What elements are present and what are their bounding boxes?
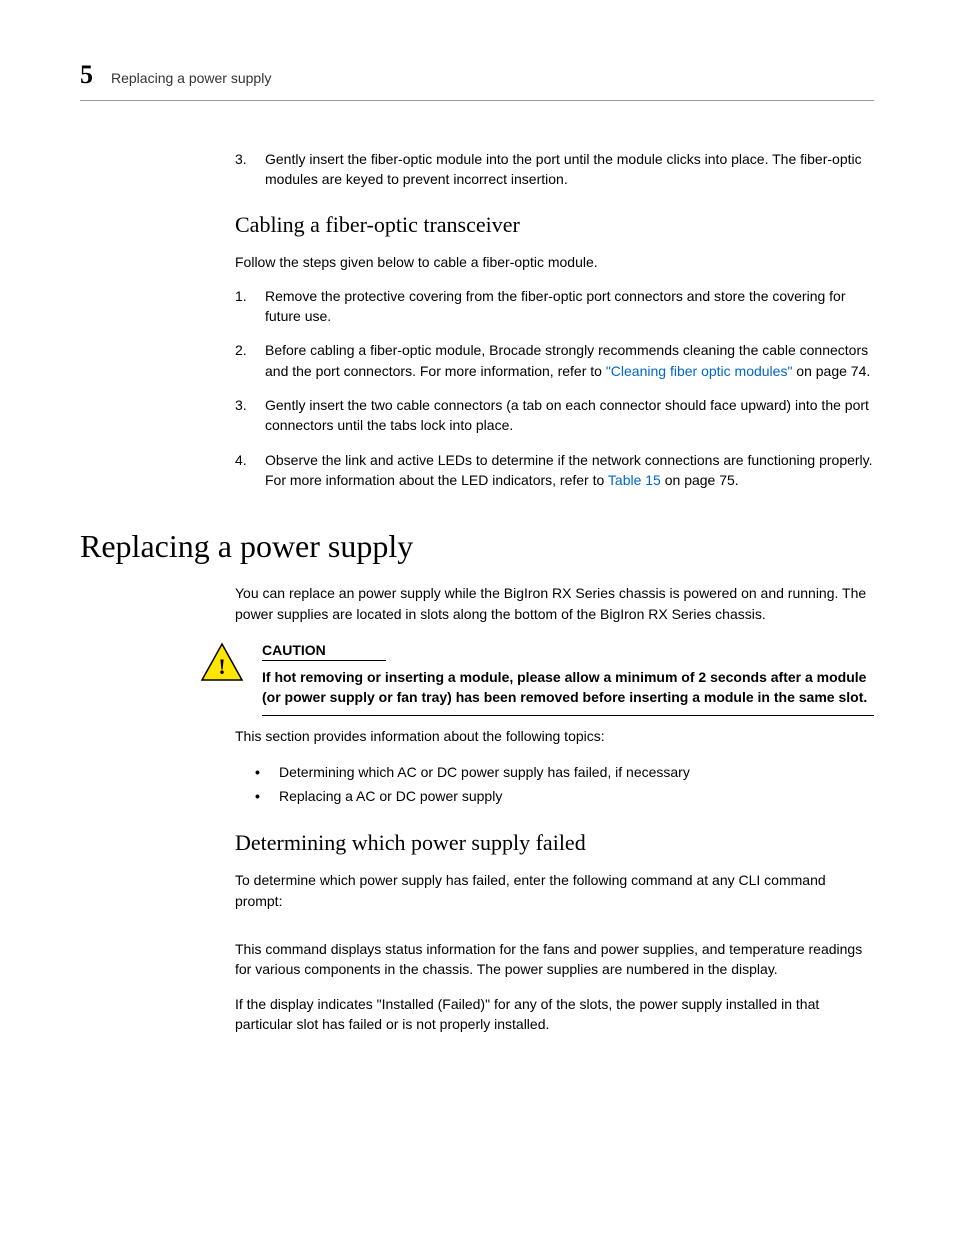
caution-icon: ! [200,642,244,682]
list-text: Gently insert the fiber-optic module int… [265,149,874,190]
bullet-icon: • [255,761,265,785]
chapter-number: 5 [80,60,93,90]
page-header: 5 Replacing a power supply [80,60,874,101]
caution-text: If hot removing or inserting a module, p… [262,667,874,717]
cross-reference-link[interactable]: Table 15 [608,472,661,488]
list-item: • Determining which AC or DC power suppl… [255,761,874,785]
paragraph: You can replace an power supply while th… [235,583,874,624]
section-heading-determining: Determining which power supply failed [235,830,874,856]
list-number: 3. [235,149,253,190]
section-heading-cabling: Cabling a fiber-optic transceiver [235,212,874,238]
section-heading-replacing: Replacing a power supply [80,528,874,565]
list-number: 4. [235,450,253,491]
list-item: 4. Observe the link and active LEDs to d… [235,450,874,491]
list-item: 1. Remove the protective covering from t… [235,286,874,327]
list-text: Before cabling a fiber-optic module, Bro… [265,340,874,381]
caution-label: CAUTION [262,642,386,661]
paragraph: This section provides information about … [235,726,874,746]
list-text: Gently insert the two cable connectors (… [265,395,874,436]
caution-block: ! CAUTION If hot removing or inserting a… [80,642,874,717]
bullet-list: • Determining which AC or DC power suppl… [255,761,874,809]
paragraph: If the display indicates "Installed (Fai… [235,994,874,1035]
paragraph: To determine which power supply has fail… [235,870,874,911]
list-item: 3. Gently insert the fiber-optic module … [235,149,874,190]
list-item: • Replacing a AC or DC power supply [255,785,874,809]
list-text: Observe the link and active LEDs to dete… [265,450,874,491]
list-text: Remove the protective covering from the … [265,286,874,327]
paragraph: This command displays status information… [235,939,874,980]
list-number: 1. [235,286,253,327]
list-text: Replacing a AC or DC power supply [279,785,502,809]
page-header-title: Replacing a power supply [111,70,271,86]
svg-text:!: ! [218,654,225,679]
bullet-icon: • [255,785,265,809]
cross-reference-link[interactable]: "Cleaning fiber optic modules" [606,363,793,379]
list-number: 3. [235,395,253,436]
list-item: 3. Gently insert the two cable connector… [235,395,874,436]
list-item: 2. Before cabling a fiber-optic module, … [235,340,874,381]
list-number: 2. [235,340,253,381]
list-text: Determining which AC or DC power supply … [279,761,690,785]
paragraph: Follow the steps given below to cable a … [235,252,874,272]
